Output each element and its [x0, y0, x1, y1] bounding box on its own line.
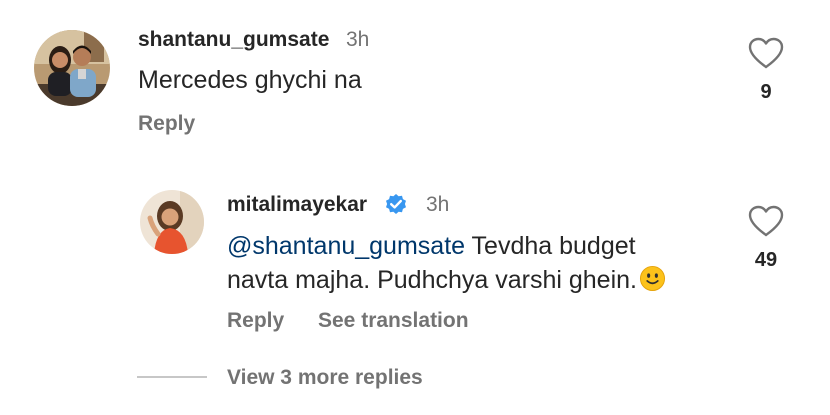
reply-text: @shantanu_gumsate Tevdha budget navta ma…	[227, 229, 727, 297]
slightly-smiling-face-icon	[639, 265, 666, 292]
reply-text-part-2: navta majha. Pudhchya varshi ghein.	[227, 266, 637, 294]
profile-photo-woman-icon	[140, 190, 204, 254]
reply-text-line-2: navta majha. Pudhchya varshi ghein.	[227, 263, 727, 297]
verified-badge-icon	[384, 193, 408, 222]
like-count: 49	[754, 249, 778, 271]
mention-link[interactable]: @shantanu_gumsate	[227, 232, 465, 260]
reply-button[interactable]: Reply	[227, 309, 284, 333]
avatar[interactable]	[140, 190, 204, 254]
see-translation-button[interactable]: See translation	[318, 309, 469, 333]
reply-text-line-1: @shantanu_gumsate Tevdha budget	[227, 229, 727, 263]
divider-line	[137, 376, 207, 378]
reply-username[interactable]: mitalimayekar	[227, 193, 367, 217]
heart-outline-icon[interactable]	[748, 205, 784, 242]
reply-text-part-1: Tevdha budget	[465, 232, 636, 260]
reply-timestamp: 3h	[426, 193, 450, 216]
view-more-replies-button[interactable]: View 3 more replies	[227, 366, 423, 390]
reply-item: mitalimayekar 3h @shantanu_gumsate Tevdh…	[0, 0, 830, 345]
